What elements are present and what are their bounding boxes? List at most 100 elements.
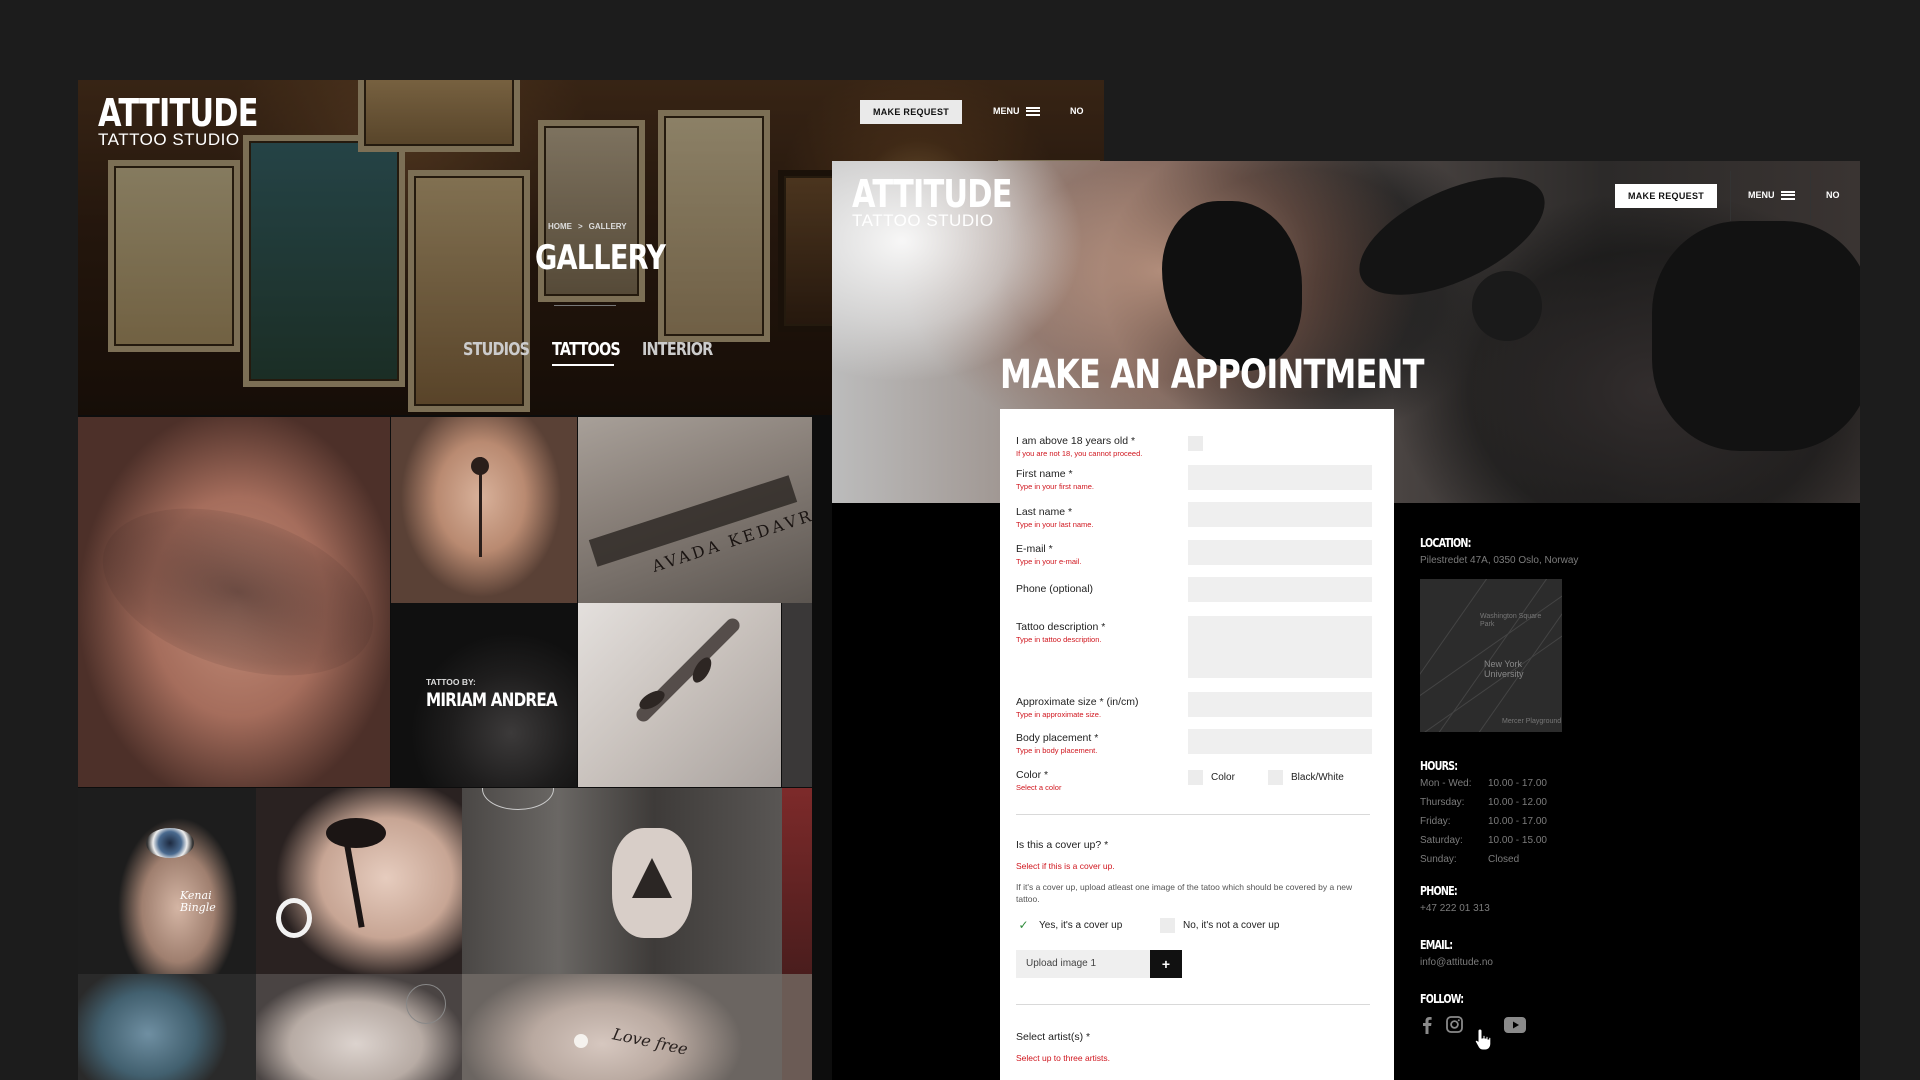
- placement-field[interactable]: [1188, 729, 1372, 754]
- first-name-field[interactable]: [1188, 465, 1372, 490]
- hours-time: 10.00 - 17.00: [1488, 778, 1547, 789]
- hamburger-icon: [1780, 190, 1795, 200]
- logo-wordmark: ATTITUDE: [98, 91, 258, 135]
- make-request-button[interactable]: MAKE REQUEST: [1615, 184, 1717, 208]
- color-option-checkbox[interactable]: [1188, 770, 1203, 785]
- gallery-tile-flower-tattoo[interactable]: [256, 974, 462, 1080]
- section-divider: [1016, 814, 1370, 815]
- hours-day: Friday:: [1420, 816, 1451, 827]
- page-title: MAKE AN APPOINTMENT: [1000, 352, 1424, 398]
- gallery-tile-wand-tattoo[interactable]: AVADA KEDAVRA: [578, 417, 812, 603]
- tab-active-underline: [552, 364, 614, 366]
- make-request-button[interactable]: MAKE REQUEST: [860, 100, 962, 124]
- cover-up-no-label: No, it's not a cover up: [1183, 920, 1280, 931]
- artists-help: Select up to three artists.: [1016, 1053, 1111, 1063]
- gallery-logo[interactable]: ATTITUDE TATTOO STUDIO: [98, 94, 298, 150]
- follow-heading: FOLLOW:: [1420, 992, 1464, 1006]
- description-label: Tattoo description *: [1016, 621, 1106, 633]
- menu-button[interactable]: MENU: [1748, 190, 1795, 200]
- hours-time: 10.00 - 15.00: [1488, 835, 1547, 846]
- size-field[interactable]: [1188, 692, 1372, 717]
- facebook-icon[interactable]: [1420, 1016, 1434, 1034]
- phone-field[interactable]: [1188, 577, 1372, 602]
- hours-time: 10.00 - 17.00: [1488, 816, 1547, 827]
- cover-up-yes-label: Yes, it's a cover up: [1039, 920, 1123, 931]
- title-divider: [554, 305, 616, 306]
- gallery-tile-script-tattoo[interactable]: [78, 417, 390, 787]
- menu-label: MENU: [1748, 190, 1775, 200]
- cover-up-label: Is this a cover up? *: [1016, 839, 1109, 851]
- tab-interior[interactable]: INTERIOR: [642, 339, 713, 360]
- location-map[interactable]: Washington Square Park New York Universi…: [1420, 579, 1562, 732]
- neck-script-text: Love free: [610, 1024, 690, 1059]
- checkmark-icon: ✓: [1018, 918, 1029, 932]
- phone-label: Phone (optional): [1016, 583, 1094, 595]
- menu-label: MENU: [993, 106, 1020, 116]
- gallery-tile-artist-overlay[interactable]: TATTOO BY: MIRIAM ANDREA: [391, 603, 577, 787]
- email-field[interactable]: [1188, 540, 1372, 565]
- cover-up-help: Select if this is a cover up.: [1016, 861, 1115, 871]
- tab-studios[interactable]: STUDIOS: [463, 339, 530, 360]
- age-label: I am above 18 years old *: [1016, 435, 1136, 447]
- last-name-help: Type in your last name.: [1016, 520, 1094, 529]
- hours-heading: HOURS:: [1420, 759, 1458, 773]
- upload-image-field[interactable]: Upload image 1: [1016, 950, 1150, 978]
- hours-day: Mon - Wed:: [1420, 778, 1472, 789]
- breadcrumb: HOME > GALLERY: [548, 222, 627, 231]
- color-option-label: Color: [1211, 772, 1235, 783]
- color-label: Color *: [1016, 769, 1049, 781]
- hand-cursor-icon: [1474, 1027, 1494, 1051]
- age-checkbox[interactable]: [1188, 436, 1203, 451]
- cover-up-yes-checkbox[interactable]: ✓: [1016, 918, 1031, 933]
- logo-wordmark: ATTITUDE: [852, 172, 1012, 216]
- last-name-field[interactable]: [1188, 502, 1372, 527]
- placement-label: Body placement *: [1016, 732, 1099, 744]
- language-toggle[interactable]: NO: [1826, 190, 1840, 200]
- email-value[interactable]: info@attitude.no: [1420, 957, 1493, 968]
- artist-caption: TATTOO BY:: [426, 677, 476, 687]
- youtube-icon[interactable]: [1504, 1017, 1526, 1033]
- age-help: If you are not 18, you cannot proceed.: [1016, 449, 1143, 458]
- cover-up-no-checkbox[interactable]: [1160, 918, 1175, 933]
- gallery-tile-neck-script[interactable]: Love free: [462, 974, 782, 1080]
- upload-image-label: Upload image 1: [1026, 958, 1097, 969]
- phone-heading: PHONE:: [1420, 884, 1458, 898]
- gallery-tile-rose-tattoo[interactable]: [391, 417, 577, 603]
- artists-label: Select artist(s) *: [1016, 1031, 1091, 1043]
- hours-day: Saturday:: [1420, 835, 1463, 846]
- gallery-tile-palm-tattoo[interactable]: [256, 788, 462, 974]
- gallery-tile-eye-tattoo[interactable]: Kenai Bingle: [78, 788, 256, 974]
- instagram-icon[interactable]: [1446, 1016, 1463, 1033]
- artist-name: MIRIAM ANDREA: [426, 689, 558, 711]
- location-address: Pilestredet 47A, 0350 Oslo, Norway: [1420, 555, 1579, 566]
- breadcrumb-separator-icon: >: [578, 222, 583, 231]
- black-white-option-checkbox[interactable]: [1268, 770, 1283, 785]
- description-help: Type in tattoo description.: [1016, 635, 1102, 644]
- appointment-logo[interactable]: ATTITUDE TATTOO STUDIO: [852, 175, 1052, 231]
- gallery-tile-mountain-tattoo[interactable]: [462, 788, 782, 974]
- map-label-university: New York University: [1484, 659, 1524, 679]
- artist-signature: Kenai Bingle: [180, 889, 216, 914]
- email-label: E-mail *: [1016, 543, 1053, 555]
- gallery-tile-leaf-tattoo[interactable]: [578, 603, 781, 787]
- page-title: GALLERY: [535, 238, 666, 278]
- hours-day: Thursday:: [1420, 797, 1465, 808]
- phone-value[interactable]: +47 222 01 313: [1420, 903, 1490, 914]
- breadcrumb-home[interactable]: HOME: [548, 222, 572, 231]
- menu-button[interactable]: MENU: [993, 106, 1040, 116]
- appointment-form: I am above 18 years old * If you are not…: [1000, 409, 1394, 1080]
- plus-icon: +: [1161, 956, 1171, 972]
- map-label-park: Washington Square Park: [1480, 613, 1542, 628]
- language-toggle[interactable]: NO: [1070, 106, 1084, 116]
- description-textarea[interactable]: [1188, 616, 1372, 678]
- color-help: Select a color: [1016, 783, 1062, 792]
- tab-tattoos[interactable]: TATTOOS: [552, 339, 621, 360]
- add-image-button[interactable]: +: [1150, 950, 1182, 978]
- breadcrumb-current: GALLERY: [588, 222, 627, 231]
- size-label: Approximate size * (in/cm): [1016, 696, 1139, 708]
- first-name-help: Type in your first name.: [1016, 482, 1094, 491]
- location-heading: LOCATION:: [1420, 536, 1471, 550]
- section-divider: [1016, 1004, 1370, 1005]
- appointment-window: ATTITUDE TATTOO STUDIO MAKE REQUEST MENU…: [832, 161, 1860, 1080]
- gallery-tile-color-tattoo[interactable]: [78, 974, 256, 1080]
